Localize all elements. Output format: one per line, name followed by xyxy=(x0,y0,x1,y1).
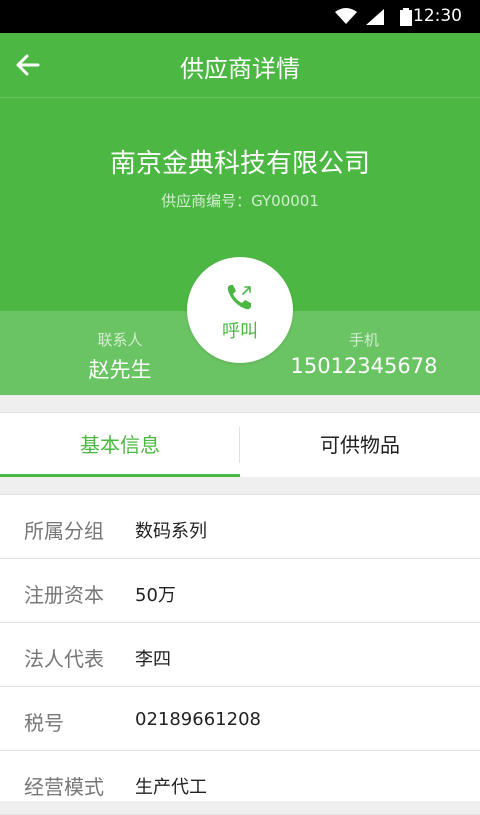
info-value: 数码系列 xyxy=(135,521,207,542)
info-key: 税号 xyxy=(24,711,64,735)
info-value: 02189661208 xyxy=(135,709,261,730)
contact-person-value: 赵先生 xyxy=(88,358,152,382)
info-value: 50万 xyxy=(135,585,176,606)
info-key: 所属分组 xyxy=(24,519,104,543)
battery-icon xyxy=(400,8,412,26)
info-value: 李四 xyxy=(135,649,171,670)
phone-call-icon xyxy=(227,285,251,310)
contact-phone-label: 手机 xyxy=(348,331,379,349)
info-row: 税号 02189661208 xyxy=(0,687,480,751)
info-key: 法人代表 xyxy=(24,647,104,671)
page-title: 供应商详情 xyxy=(180,55,300,83)
call-button[interactable]: 呼叫 xyxy=(187,257,293,363)
status-bar: 12:30 xyxy=(0,0,480,33)
info-row: 法人代表 李四 xyxy=(0,623,480,687)
call-label: 呼叫 xyxy=(222,321,258,342)
wifi-icon xyxy=(335,8,357,24)
status-time: 12:30 xyxy=(413,6,462,26)
tab-supply-items[interactable]: 可供物品 xyxy=(240,413,480,477)
info-value: 生产代工 xyxy=(135,777,207,798)
info-list: 所属分组 数码系列 注册资本 50万 法人代表 李四 税号 0218966120… xyxy=(0,494,480,815)
info-key: 经营模式 xyxy=(24,775,104,799)
info-row: 所属分组 数码系列 xyxy=(0,495,480,559)
supplier-code: 供应商编号：GY00001 xyxy=(161,192,319,210)
info-row: 经营模式 生产代工 xyxy=(0,751,480,815)
contact-phone: 手机 15012345678 xyxy=(264,329,464,378)
info-key: 注册资本 xyxy=(24,583,104,607)
info-row: 注册资本 50万 xyxy=(0,559,480,623)
signal-icon xyxy=(366,9,384,25)
app-bar: 供应商详情 xyxy=(0,33,480,98)
tab-bar: 基本信息 可供物品 xyxy=(0,412,480,477)
tab-basic-info[interactable]: 基本信息 xyxy=(0,413,240,477)
contact-phone-value: 15012345678 xyxy=(290,354,438,378)
company-name: 南京金典科技有限公司 xyxy=(109,149,370,179)
